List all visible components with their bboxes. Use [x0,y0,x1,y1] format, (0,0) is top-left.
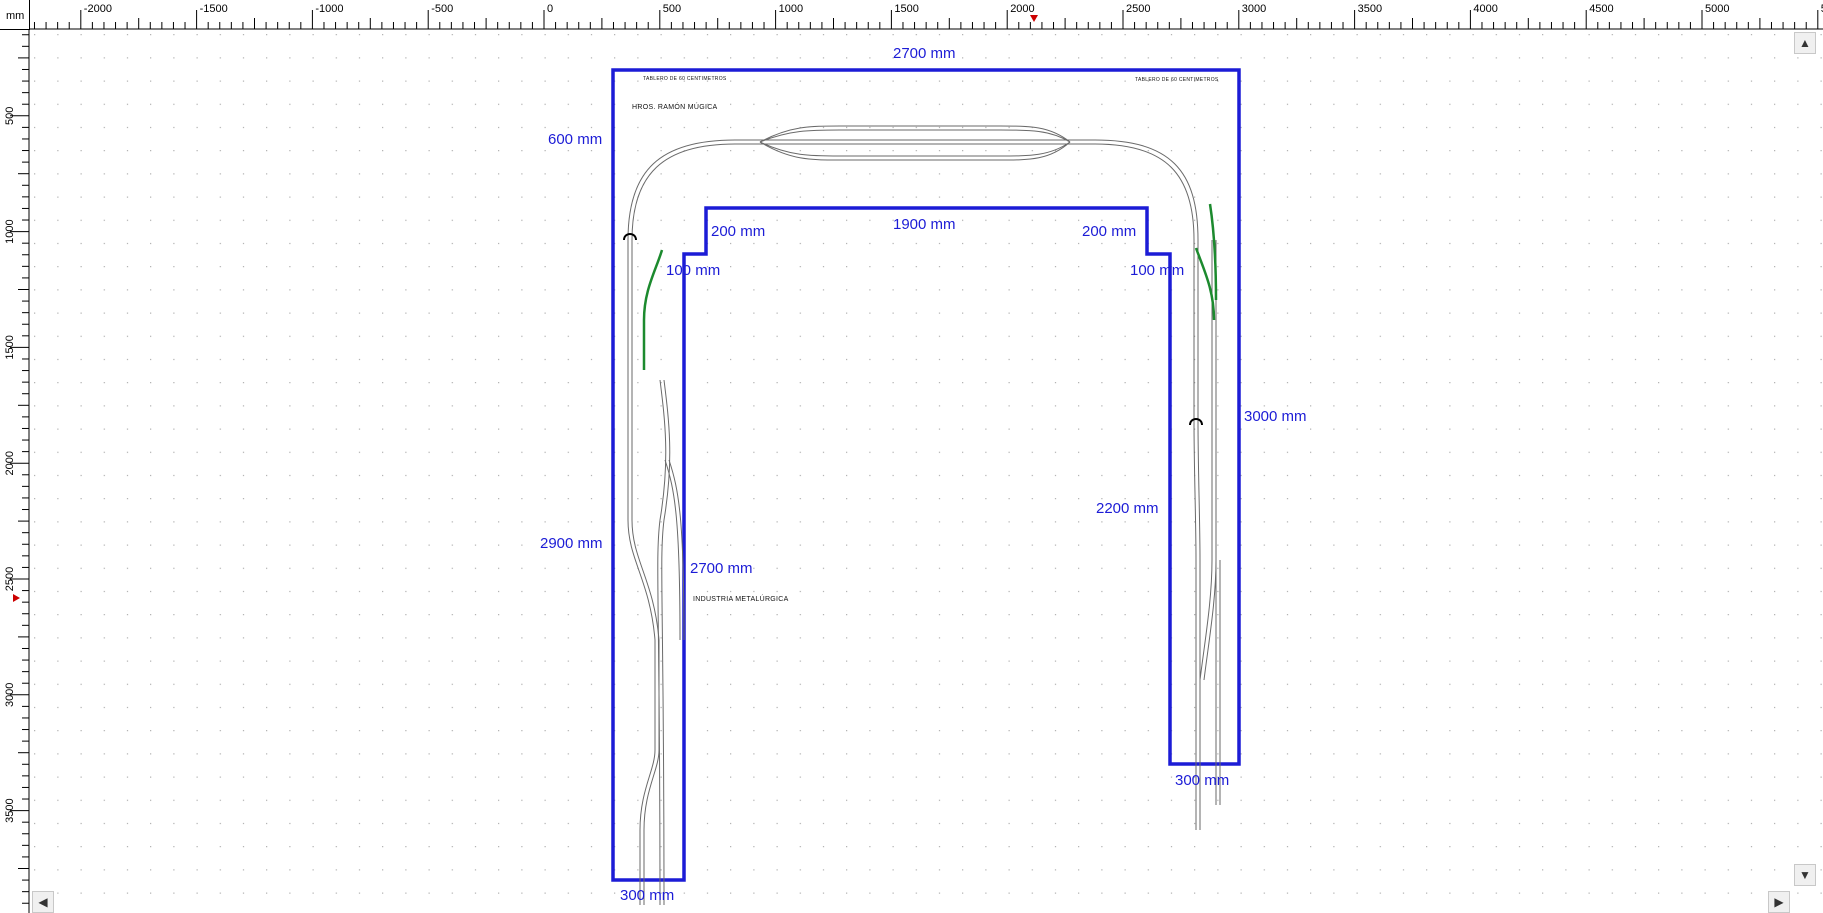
x-tick-label: 3500 [1358,3,1382,15]
x-tick-label: 4000 [1473,3,1497,15]
scroll-down-button[interactable]: ▼ [1794,864,1816,886]
dim-inner-left-step: 200 mm [711,223,765,240]
x-tick-label: 1500 [894,3,918,15]
y-tick-label: 500 [4,107,16,125]
dim-right-inner: 2200 mm [1096,500,1159,517]
y-tick-label: 1500 [4,335,16,359]
ruler-unit: mm [6,10,25,22]
dim-right-outer: 3000 mm [1244,408,1307,425]
x-tick-label: 0 [547,3,553,15]
industry-label: INDUSTRIA METALÚRGICA [693,594,789,603]
y-tick-label: 2000 [4,451,16,475]
x-tick-label: -500 [431,3,453,15]
board-label-right: TABLERO DE 60 CENTIMETROS [1135,77,1219,83]
scroll-right-button[interactable]: ▶ [1768,891,1790,913]
x-tick-label: 2000 [1010,3,1034,15]
dim-left-bottom: 300 mm [620,887,674,904]
x-tick-label: 2500 [1126,3,1150,15]
x-tick-label: 4500 [1589,3,1613,15]
dim-inner-right-step: 200 mm [1082,223,1136,240]
scroll-up-button[interactable]: ▲ [1794,32,1816,54]
dim-top-width: 2700 mm [893,45,956,62]
y-tick-label: 2500 [4,567,16,591]
x-tick-label: 1000 [779,3,803,15]
grid-background [30,30,1823,913]
dim-inner-top: 1900 mm [893,216,956,233]
y-tick-label: 3500 [4,798,16,822]
dim-right-bottom: 300 mm [1175,772,1229,789]
ruler-corner: mm [0,0,30,30]
y-tick-label: 1000 [4,219,16,243]
station-label: HROS. RAMÓN MÚGICA [632,102,718,111]
x-tick-label: -1500 [200,3,228,15]
x-tick-label: -1000 [315,3,343,15]
dim-left-outer: 2900 mm [540,535,603,552]
dim-inner-left-notch: 100 mm [666,262,720,279]
dim-left-inner: 2700 mm [690,560,753,577]
y-tick-label: 3000 [4,683,16,707]
layout-canvas[interactable]: 2700 mm 600 mm 1900 mm 200 mm 200 mm 100… [0,0,1823,913]
x-tick-label: 5000 [1705,3,1729,15]
board-label-left: TABLERO DE 60 CENTIMETROS [643,76,727,82]
x-tick-label: 500 [663,3,681,15]
dim-inner-right-notch: 100 mm [1130,262,1184,279]
dim-left-top: 600 mm [548,131,602,148]
vertical-ruler[interactable]: 500 1000 1500 2000 2500 3000 3500 [0,0,30,913]
scroll-left-button[interactable]: ◀ [32,891,54,913]
x-tick-label: 3000 [1242,3,1266,15]
x-tick-label: -2000 [84,3,112,15]
horizontal-ruler[interactable]: -2000 -1500 -1000 -500 0 500 1000 1500 2000 2500 3… [0,0,1823,30]
